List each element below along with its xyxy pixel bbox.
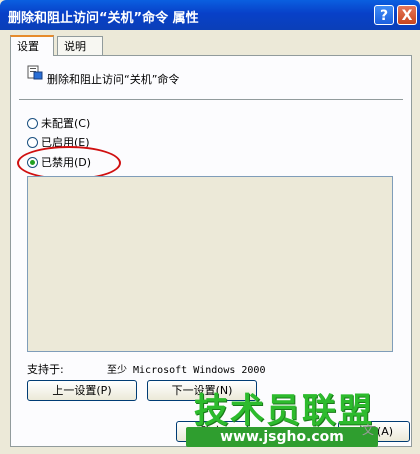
tab-settings[interactable]: 设置 <box>10 35 54 56</box>
properties-dialog: 删除和阻止访问“关机”命令 属性 ? X 设置 说明 删除和阻止访问“关机”命令… <box>0 0 420 454</box>
highlight-ellipse <box>17 146 121 180</box>
window-title: 删除和阻止访问“关机”命令 属性 <box>8 11 199 26</box>
policy-icon <box>27 65 43 80</box>
policy-name: 删除和阻止访问“关机”命令 <box>47 73 180 86</box>
close-button[interactable]: X <box>397 5 417 25</box>
supported-on-value: 至少 Microsoft Windows 2000 <box>107 365 266 376</box>
radio-label: 未配置(C) <box>41 117 91 130</box>
radio-circle <box>27 137 38 148</box>
radio-not-configured[interactable]: 未配置(C) <box>27 115 90 131</box>
watermark-partial-text: 文 <box>362 423 375 437</box>
watermark-title: 技术员联盟 <box>194 391 374 431</box>
watermark: 技术员联盟 www.jsgho.com 文 <box>186 383 416 451</box>
title-bar: 删除和阻止访问“关机”命令 属性 ? X <box>0 0 420 30</box>
separator <box>19 99 403 100</box>
watermark-url: www.jsgho.com <box>186 427 378 447</box>
radio-circle <box>27 118 38 129</box>
tab-explain[interactable]: 说明 <box>57 36 103 55</box>
help-button[interactable]: ? <box>374 5 394 25</box>
supported-on-label: 支持于: <box>27 363 64 376</box>
description-box <box>27 176 393 352</box>
previous-setting-button[interactable]: 上一设置(P) <box>27 380 137 401</box>
